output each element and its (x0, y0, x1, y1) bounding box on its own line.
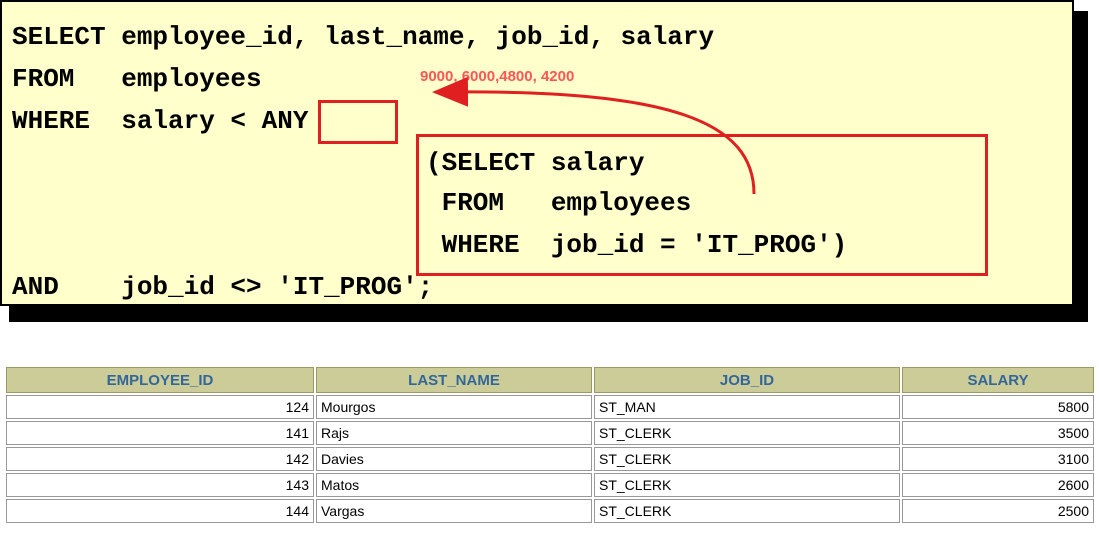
cell-last-name: Matos (316, 473, 592, 497)
cell-job-id: ST_CLERK (594, 421, 900, 445)
table-row: 142 Davies ST_CLERK 3100 (6, 447, 1094, 471)
cell-employee-id: 142 (6, 447, 314, 471)
cell-last-name: Rajs (316, 421, 592, 445)
table-row: 143 Matos ST_CLERK 2600 (6, 473, 1094, 497)
table-row: 141 Rajs ST_CLERK 3500 (6, 421, 1094, 445)
cell-employee-id: 141 (6, 421, 314, 445)
sql-code-panel: SELECT employee_id, last_name, job_id, s… (0, 0, 1074, 306)
table-row: 144 Vargas ST_CLERK 2500 (6, 499, 1094, 523)
result-table: EMPLOYEE_ID LAST_NAME JOB_ID SALARY 124 … (4, 365, 1096, 525)
cell-employee-id: 124 (6, 395, 314, 419)
cell-last-name: Mourgos (316, 395, 592, 419)
cell-salary: 3100 (902, 447, 1094, 471)
cell-salary: 2500 (902, 499, 1094, 523)
cell-salary: 2600 (902, 473, 1094, 497)
cell-last-name: Vargas (316, 499, 592, 523)
cell-job-id: ST_CLERK (594, 499, 900, 523)
cell-job-id: ST_CLERK (594, 447, 900, 471)
column-header-salary: SALARY (902, 367, 1094, 393)
subquery-to-any-arrow (432, 76, 756, 195)
cell-employee-id: 144 (6, 499, 314, 523)
table-row: 124 Mourgos ST_MAN 5800 (6, 395, 1094, 419)
cell-job-id: ST_MAN (594, 395, 900, 419)
table-header-row: EMPLOYEE_ID LAST_NAME JOB_ID SALARY (6, 367, 1094, 393)
cell-salary: 5800 (902, 395, 1094, 419)
cell-salary: 3500 (902, 421, 1094, 445)
cell-last-name: Davies (316, 447, 592, 471)
column-header-employee-id: EMPLOYEE_ID (6, 367, 314, 393)
column-header-job-id: JOB_ID (594, 367, 900, 393)
cell-employee-id: 143 (6, 473, 314, 497)
cell-job-id: ST_CLERK (594, 473, 900, 497)
column-header-last-name: LAST_NAME (316, 367, 592, 393)
